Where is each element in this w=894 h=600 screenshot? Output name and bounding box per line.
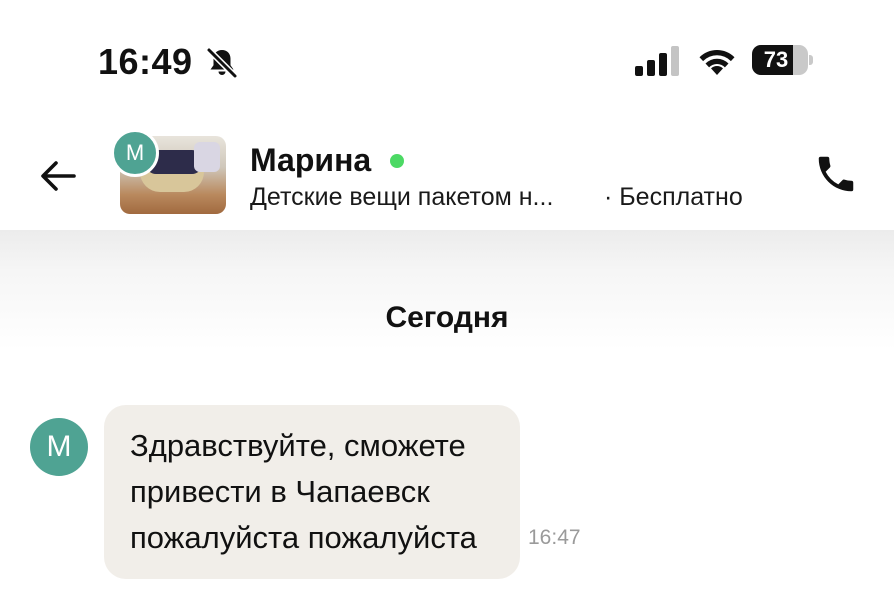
ad-price: · Бесплатно: [604, 183, 743, 211]
message-text: Здравствуйте, сможете привести в Чапаевс…: [130, 428, 477, 555]
phone-icon: [818, 156, 854, 192]
battery-icon: 73: [752, 45, 813, 75]
online-status-icon: [390, 154, 404, 168]
clothes-image: [194, 142, 220, 172]
message-time: 16:47: [528, 526, 581, 549]
seller-name[interactable]: Марина: [250, 141, 371, 179]
ad-title[interactable]: Детские вещи пакетом н...: [250, 182, 553, 212]
date-divider: Сегодня: [385, 301, 509, 334]
chat-header: М Марина Детские вещи пакетом н... · Бес…: [0, 120, 894, 230]
sender-avatar[interactable]: М: [30, 418, 88, 476]
status-time: 16:49: [98, 41, 193, 82]
message-bubble[interactable]: Здравствуйте, сможете привести в Чапаевс…: [104, 405, 520, 579]
arrow-left-icon: [41, 161, 76, 191]
call-button[interactable]: [806, 144, 866, 204]
wifi-icon: [699, 49, 735, 75]
chat-screen: 16:49 73 М Марина Детские вещи пакетом н…: [0, 0, 894, 600]
status-bar: 16:49 73: [0, 0, 894, 120]
signal-icon: [635, 46, 679, 76]
seller-avatar[interactable]: М: [111, 129, 159, 177]
message-row: М Здравствуйте, сможете привести в Чапае…: [0, 405, 894, 580]
bell-slash-icon: [206, 47, 238, 79]
back-button[interactable]: [30, 148, 86, 204]
battery-level: 73: [763, 47, 789, 72]
